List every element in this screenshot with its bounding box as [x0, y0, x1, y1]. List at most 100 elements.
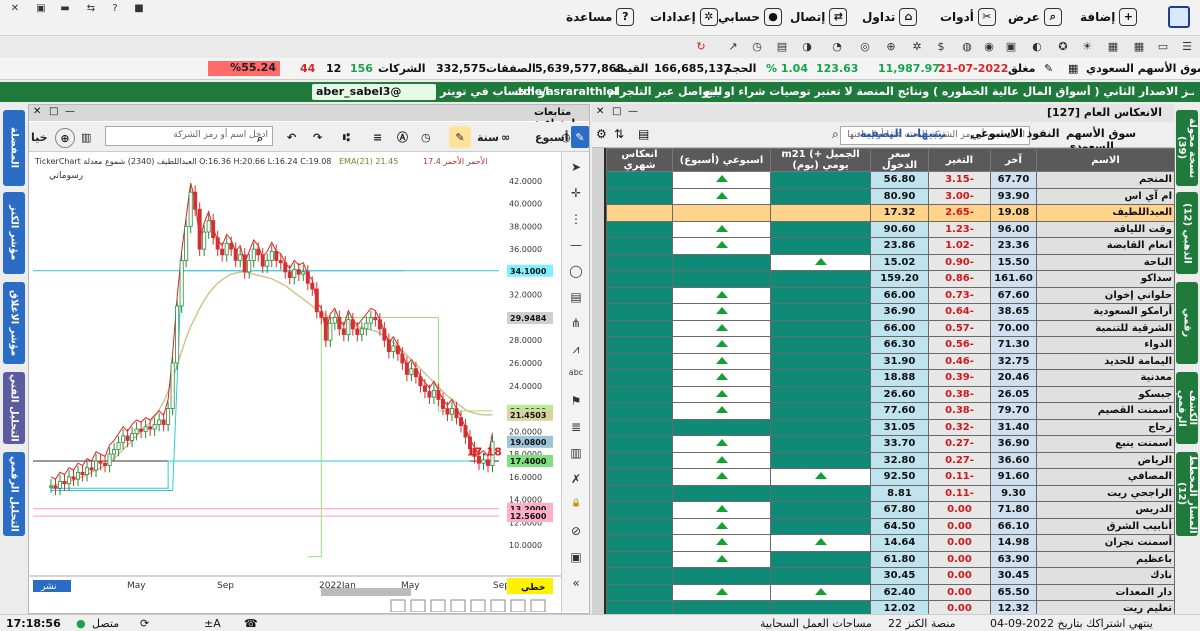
ring-icon[interactable]: ◉	[982, 40, 996, 54]
hide-icon[interactable]: ⊘	[568, 524, 584, 540]
pencil-icon[interactable]: ✎	[571, 126, 589, 148]
clock-icon[interactable]: ◷	[750, 40, 764, 54]
lock-icon[interactable]: 🔒	[568, 498, 584, 514]
link-icon[interactable]: ∞	[501, 128, 510, 146]
dollar-icon[interactable]: $	[934, 40, 948, 54]
table-row[interactable]: 66.00 0.73- 67.60 حلواني إخوان	[606, 286, 1175, 304]
workspace-label[interactable]: مساحات العمل السحابية	[760, 617, 872, 630]
column-header[interactable]: سعر الدخول	[870, 148, 929, 172]
table-row[interactable]: 31.05 0.32- 31.40 زجاج	[606, 418, 1175, 436]
settings-small-icon[interactable]: ✲	[910, 40, 924, 54]
left_tabs-tab-1[interactable]: مؤشر الكنز	[3, 192, 25, 274]
help-window-icon[interactable]: ?	[104, 3, 126, 17]
left_tabs-tab-0[interactable]: المفضلة	[3, 110, 25, 186]
menu-add[interactable]: إضافة +	[1080, 6, 1138, 28]
eraser-icon[interactable]: ✗	[568, 472, 584, 488]
telegram-handle[interactable]: tme/asraralthlel	[518, 85, 618, 98]
table-row[interactable]: 15.02 0.90- 15.50 الباحة	[606, 253, 1175, 271]
table-row[interactable]: 56.80 3.15- 67.70 المنجم	[606, 171, 1175, 189]
column-header[interactable]: اسبوعي (أسبوع)	[672, 148, 771, 172]
menu-settings[interactable]: إعدادات ✲	[650, 6, 718, 28]
compass-icon[interactable]: ✪	[1056, 40, 1070, 54]
scanner-settings-icon[interactable]: ⚙	[596, 127, 607, 141]
twitter-handle[interactable]: aber_sabel3@	[316, 85, 401, 98]
compare-icon[interactable]: ⑆	[343, 128, 350, 146]
flag-icon[interactable]: ⚑	[568, 394, 584, 410]
column-header[interactable]: m21 (+ الجميل يومي (يوم)	[770, 148, 871, 172]
left_tabs-tab-3[interactable]: التحليل الفني	[3, 372, 25, 444]
table-icon[interactable]: ▦	[1106, 40, 1120, 54]
table-row[interactable]: 77.60 0.38- 79.70 اسمنت القصيم	[606, 402, 1175, 420]
table-row[interactable]: 32.80 0.27- 36.60 الرياض	[606, 451, 1175, 469]
table-row[interactable]: 62.40 0.00 65.50 دار المعدات	[606, 583, 1175, 601]
pitchfork-icon[interactable]: ⋔	[568, 316, 584, 332]
window-icon[interactable]: ▭	[1156, 40, 1170, 54]
table-row[interactable]: 17.32 2.65- 19.08 العبداللطيف	[606, 204, 1175, 222]
right_tabs-tab-4[interactable]: المسار المخطط (12)	[1176, 452, 1198, 536]
restore-window-icon[interactable]: ⇆	[80, 3, 102, 17]
target-icon[interactable]: ⊕	[884, 40, 898, 54]
scanner-grid-icon[interactable]: ▤	[638, 127, 649, 141]
table-row[interactable]: 66.00 0.57- 70.00 الشرقية للتنمية	[606, 319, 1175, 337]
left_tabs-tab-2[interactable]: مؤشر الاغلاق	[3, 282, 25, 364]
scanner-scrollbar[interactable]	[592, 148, 604, 614]
left_tabs-tab-4[interactable]: التحليل الرقمي	[3, 452, 25, 536]
right_tabs-tab-1[interactable]: الذهبي (12)	[1176, 192, 1198, 274]
menu-tools[interactable]: أدوات ✂	[940, 6, 996, 28]
column-header[interactable]: آخر	[990, 148, 1037, 172]
trash-icon[interactable]: ▣	[568, 550, 584, 566]
scanner-sort-icon[interactable]: ⇅	[614, 127, 624, 141]
cursor-icon[interactable]: ➤	[568, 160, 584, 176]
table-row[interactable]: 66.30 0.56- 71.30 الدواء	[606, 336, 1175, 354]
globe-icon[interactable]: ◎	[858, 40, 872, 54]
table-row[interactable]: 67.80 0.00 71.80 الدريس	[606, 501, 1175, 519]
close-scanner-icon[interactable]: ✕	[596, 106, 604, 117]
bulb-icon[interactable]: ☀	[1080, 40, 1094, 54]
fib-icon[interactable]: ⋮	[568, 212, 584, 228]
table-row[interactable]: 80.90 3.00- 93.90 ام آي اس	[606, 187, 1175, 205]
indicators-icon[interactable]: ≡	[373, 128, 382, 146]
grid-icon[interactable]: ▦	[1132, 40, 1146, 54]
target-tool-icon[interactable]: ⊕	[55, 128, 75, 148]
right_tabs-tab-3[interactable]: الكشف الرقمي	[1176, 372, 1198, 444]
channel-icon[interactable]: ▤	[568, 290, 584, 306]
table-row[interactable]: 8.81 0.11- 9.30 الراجحي ريت	[606, 484, 1175, 502]
eye-icon[interactable]: ◐	[1030, 40, 1044, 54]
table-row[interactable]: 30.45 0.00 30.45 نادك	[606, 567, 1175, 585]
gauge-icon[interactable]: ◑	[800, 40, 814, 54]
price-chart[interactable]: TickerChart العبداللطيف (2340) شموع معدل…	[29, 152, 561, 612]
annotate-icon[interactable]: Ⓐ	[397, 128, 408, 146]
period-clock-icon[interactable]: ◷	[561, 128, 571, 146]
right_tabs-tab-0[interactable]: نسخة محولة (39)	[1176, 110, 1198, 186]
table-row[interactable]: 36.90 0.64- 38.65 أرامكو السعودية	[606, 303, 1175, 321]
filter-alerts[interactable]: تنبيهات التصفية	[860, 127, 946, 140]
zigzag-icon[interactable]: ⩘	[568, 342, 584, 358]
more-icon[interactable]: خيا	[31, 128, 48, 146]
calendar-icon[interactable]: ▦	[1068, 62, 1078, 75]
phone-icon[interactable]: ☎	[244, 617, 258, 630]
camera-icon[interactable]: ■	[128, 3, 150, 17]
maximize-scanner-icon[interactable]: □	[612, 106, 621, 117]
list-icon[interactable]: ☰	[1180, 40, 1194, 54]
timer-icon[interactable]: ◷	[421, 128, 431, 146]
crosshair-icon[interactable]: ✛	[568, 186, 584, 202]
right_tabs-tab-2[interactable]: رقمي	[1176, 282, 1198, 364]
sync-icon[interactable]: ⟳	[140, 617, 149, 630]
column-header[interactable]: الاسم	[1036, 148, 1175, 172]
undo-icon[interactable]: ↶	[287, 128, 296, 146]
pen-icon[interactable]: ✎	[1044, 62, 1053, 75]
refresh-icon[interactable]: ↻	[694, 40, 708, 54]
table-row[interactable]: 90.60 1.23- 96.00 وقت اللياقة	[606, 220, 1175, 238]
column-header[interactable]: انعكاس شهري	[606, 148, 673, 172]
minimize-window-icon[interactable]: ▬	[54, 3, 76, 17]
menu-view[interactable]: عرض ⌕	[1008, 6, 1062, 28]
table-row[interactable]: 18.88 0.39- 20.46 معدنية	[606, 369, 1175, 387]
collapse-icon[interactable]: «	[568, 576, 584, 592]
close-panel-icon[interactable]: ✕	[33, 106, 41, 117]
chart-symbol-input[interactable]: ادخل اسم أو رمز الشركة	[105, 126, 273, 146]
close-window-icon[interactable]: ✕	[4, 3, 26, 17]
filter-label[interactable]: النفوذ الاسبوعي	[970, 127, 1060, 140]
table-row[interactable]: 64.50 0.00 66.10 أنابيب الشرق	[606, 517, 1175, 535]
maximize-panel-icon[interactable]: □	[49, 106, 58, 117]
menu-trade[interactable]: تداول ⌂	[862, 6, 918, 28]
